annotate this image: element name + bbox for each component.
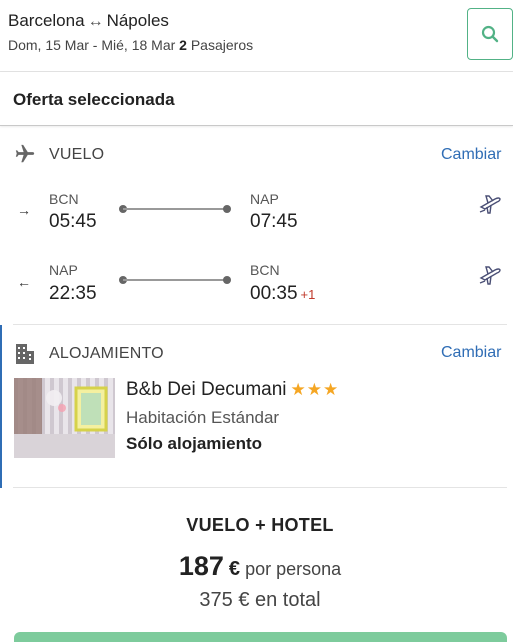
date-range: Dom, 15 Mar - Mié, 18 Mar	[8, 37, 176, 53]
return-route-line	[123, 279, 227, 281]
change-flight-link[interactable]: Cambiar	[441, 146, 501, 164]
outbound-route-line	[123, 208, 227, 210]
flight-details-plane-icon[interactable]	[478, 193, 502, 215]
return-day-offset: +1	[300, 287, 316, 302]
continue-button[interactable]	[14, 632, 507, 642]
route: Barcelona ↔ Nápoles	[8, 11, 169, 31]
search-summary-header: Barcelona ↔ Nápoles Dom, 15 Mar - Mié, 18 …	[0, 0, 513, 72]
trip-dates: Dom, 15 Mar - Mié, 18 Mar 2 Pasajeros	[8, 37, 253, 53]
hotel-stars: ★★★	[290, 380, 340, 399]
swap-arrows-icon: ↔	[87, 13, 104, 30]
section-divider	[13, 487, 507, 488]
price-per-person-label: por persona	[245, 559, 342, 579]
price-per-person-amount: 187	[178, 551, 224, 581]
hotel-photo[interactable]	[14, 378, 115, 458]
price-currency: €	[228, 558, 241, 580]
change-hotel-link[interactable]: Cambiar	[441, 344, 501, 362]
outbound-from-code: BCN	[49, 191, 79, 207]
plane-icon	[15, 144, 35, 163]
return-departure-time: 22:35	[49, 283, 97, 304]
accommodation-section-label: ALOJAMIENTO	[49, 345, 164, 362]
search-icon	[481, 25, 499, 43]
flight-details-plane-icon[interactable]	[478, 264, 502, 286]
outbound-arrival-time: 07:45	[250, 211, 301, 233]
return-arrival-time: 00:35 +1	[250, 283, 315, 305]
return-to-code: BCN	[250, 262, 280, 278]
return-from-code: NAP	[49, 262, 78, 278]
return-arrival-time-value: 00:35	[250, 283, 298, 304]
building-icon	[16, 344, 34, 364]
flight-section-label: VUELO	[49, 146, 105, 163]
selected-offer-bar: Oferta seleccionada	[0, 72, 513, 126]
return-direction-icon: ←	[17, 274, 31, 290]
hotel-name-text: B&b Dei Decumani	[126, 379, 287, 400]
destination-city: Nápoles	[106, 11, 169, 30]
offer-title: Oferta seleccionada	[13, 90, 175, 109]
return-arrival-dot	[223, 276, 231, 284]
passenger-label: Pasajeros	[190, 37, 254, 53]
origin-city: Barcelona	[8, 11, 85, 30]
room-type: Habitación Estándar	[126, 408, 280, 427]
outbound-to-code: NAP	[250, 191, 279, 207]
board-type: Sólo alojamiento	[126, 434, 263, 453]
section-divider	[13, 324, 507, 325]
search-button[interactable]	[467, 8, 513, 60]
hotel-section-accent	[0, 325, 2, 488]
outbound-departure-time: 05:45	[49, 211, 97, 232]
price-total: 375 € en total	[199, 589, 321, 611]
hotel-name[interactable]: B&b Dei Decumani ★★★	[126, 379, 339, 401]
outbound-arrival-time-value: 07:45	[250, 211, 298, 232]
price-per-person: 187 € por persona	[0, 551, 513, 582]
outbound-arrival-dot	[223, 205, 231, 213]
passenger-count: 2	[179, 37, 187, 53]
package-label: VUELO + HOTEL	[186, 515, 334, 535]
outbound-direction-icon: →	[17, 202, 31, 218]
